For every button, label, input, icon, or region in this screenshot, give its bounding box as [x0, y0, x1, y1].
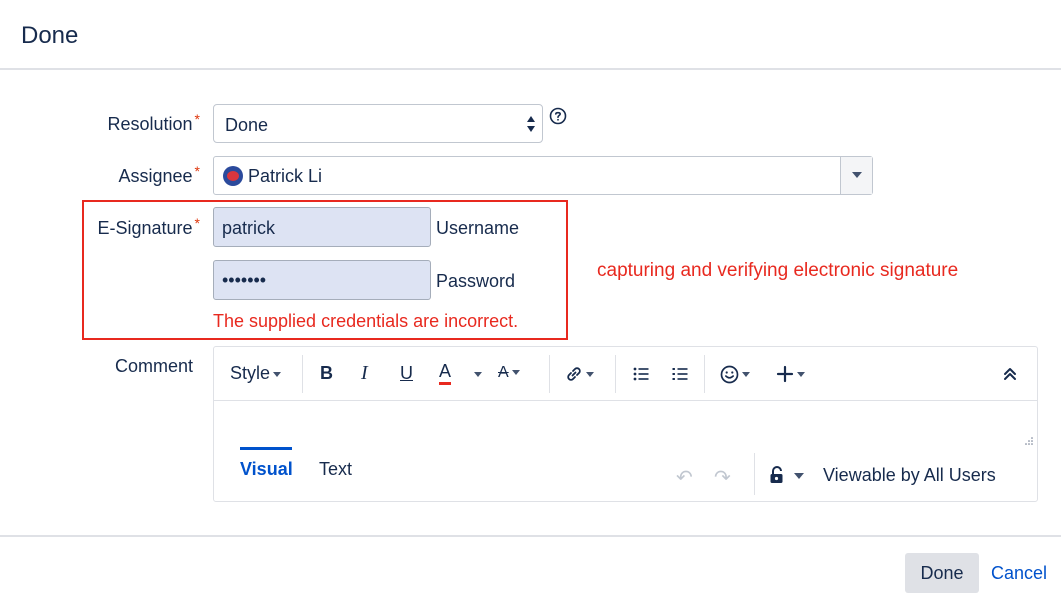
required-marker: *	[194, 215, 200, 231]
tab-visual-indicator	[240, 447, 292, 450]
style-dropdown[interactable]: Style	[230, 361, 282, 385]
bold-button[interactable]: B	[320, 361, 333, 385]
resolution-select[interactable]: Done	[213, 104, 543, 143]
text-color-menu[interactable]	[471, 361, 482, 385]
toolbar-divider	[704, 355, 705, 393]
password-field[interactable]: •••••••	[213, 260, 431, 300]
username-suffix-label: Username	[436, 218, 520, 238]
annotation-text: capturing and verifying electronic signa…	[597, 260, 959, 281]
tab-visual[interactable]: Visual	[240, 459, 293, 480]
password-value: •••••••	[222, 270, 267, 290]
editor-footer: Visual Text ↶ ↷ Viewable by All Users	[214, 447, 1037, 501]
collapse-toolbar-button[interactable]	[1002, 361, 1018, 385]
numbered-list-button[interactable]	[671, 361, 689, 385]
link-icon	[567, 367, 581, 381]
username-field[interactable]: patrick	[213, 207, 431, 247]
numbered-list-icon	[672, 368, 688, 381]
resolution-value: Done	[225, 115, 269, 135]
insert-more-button[interactable]	[776, 361, 805, 385]
more-formatting-icon: A	[498, 364, 509, 381]
chevron-down-icon	[797, 371, 805, 377]
chevron-down-icon	[742, 371, 750, 377]
dialog-title: Done	[21, 22, 79, 49]
link-button[interactable]	[565, 361, 594, 385]
double-chevron-up-icon	[1004, 368, 1016, 381]
required-marker: *	[194, 111, 200, 127]
assignee-label-text: Assignee	[118, 166, 193, 186]
undo-button[interactable]: ↶	[676, 465, 693, 490]
emoji-icon	[720, 365, 739, 384]
emoji-button[interactable]	[720, 361, 750, 385]
chevron-down-icon	[511, 370, 520, 376]
esignature-label-text: E-Signature	[97, 218, 193, 238]
chevron-down-icon	[474, 371, 482, 377]
cancel-link[interactable]: Cancel	[991, 563, 1047, 584]
editor-toolbar: Style B I U A A	[214, 347, 1037, 401]
avatar	[223, 166, 243, 186]
underline-button[interactable]: U	[400, 361, 413, 385]
toolbar-divider	[302, 355, 303, 393]
chevron-down-icon	[273, 371, 282, 377]
tab-text[interactable]: Text	[319, 459, 352, 480]
chevron-down-icon	[852, 172, 862, 178]
comment-textarea[interactable]	[214, 401, 1037, 449]
style-label: Style	[230, 363, 271, 383]
username-value: patrick	[222, 218, 276, 238]
toolbar-divider	[615, 355, 616, 393]
assignee-dropdown-button[interactable]	[840, 157, 872, 194]
plus-icon	[776, 366, 794, 383]
resolution-label-text: Resolution	[107, 114, 193, 134]
assignee-label: Assignee *	[10, 163, 200, 187]
toolbar-divider	[549, 355, 550, 393]
footer-divider	[754, 453, 755, 495]
bullet-list-button[interactable]	[632, 361, 650, 385]
assignee-picker[interactable]: Patrick Li	[213, 156, 873, 195]
resize-grip-icon[interactable]	[1023, 435, 1033, 445]
dialog-header: Done	[0, 0, 1061, 70]
password-suffix-label: Password	[436, 271, 516, 291]
credentials-error: The supplied credentials are incorrect.	[213, 311, 519, 331]
chevron-down-icon	[794, 473, 804, 479]
redo-button[interactable]: ↷	[714, 465, 731, 490]
comment-editor: Style B I U A A Visual Text ↶ ↷ Viewable…	[213, 346, 1038, 502]
more-formatting-button[interactable]: A	[498, 361, 520, 385]
help-icon[interactable]	[549, 107, 567, 125]
select-arrows-icon	[527, 116, 535, 132]
visibility-menu-button[interactable]	[769, 465, 809, 485]
visibility-label: Viewable by All Users	[823, 465, 996, 485]
chevron-down-icon	[586, 371, 594, 377]
italic-button[interactable]: I	[361, 361, 368, 385]
required-marker: *	[194, 163, 200, 179]
esignature-label: E-Signature *	[10, 215, 200, 239]
comment-label: Comment	[114, 356, 193, 376]
bullet-list-icon	[633, 367, 649, 381]
unlock-icon	[770, 466, 783, 483]
done-button[interactable]: Done	[905, 553, 979, 593]
dialog-footer-divider	[0, 535, 1061, 537]
resolution-label: Resolution *	[10, 111, 200, 135]
text-color-button[interactable]: A	[439, 361, 452, 385]
assignee-value: Patrick Li	[248, 166, 323, 186]
